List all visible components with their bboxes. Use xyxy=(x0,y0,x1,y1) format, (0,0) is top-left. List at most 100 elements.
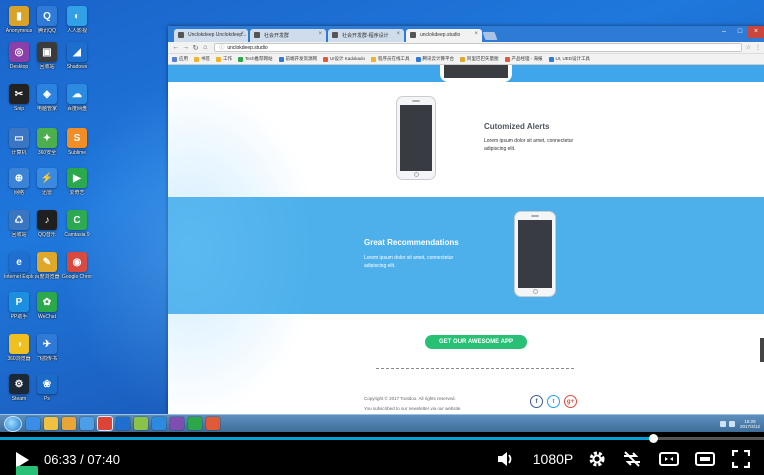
desktop-shortcut[interactable]: e Internet Explorer xyxy=(4,252,34,280)
app-icon: ◢ xyxy=(67,42,87,62)
desktop-shortcut[interactable]: ❀ Ps xyxy=(32,374,62,402)
shortcut-label: 飞鸽传书 xyxy=(36,356,57,362)
progress-bar[interactable] xyxy=(0,434,764,443)
current-time: 06:33 xyxy=(44,452,77,467)
taskbar-clock[interactable]: 15:29 2017/4/12 xyxy=(740,419,760,429)
bookmark-item[interactable]: 阿里巴巴矢量图 xyxy=(460,56,499,62)
picture-in-picture-icon[interactable] xyxy=(658,449,680,469)
forward-arrow-icon[interactable]: → xyxy=(181,44,191,51)
desktop-shortcut[interactable]: ⚡ 迅雷 xyxy=(32,168,62,196)
desktop-shortcut[interactable]: ◉ Google Chrome xyxy=(62,252,92,280)
settings-gear-icon[interactable] xyxy=(586,449,608,469)
taskbar-app-icon[interactable] xyxy=(80,417,94,430)
desktop-shortcut[interactable]: ◐ 人人影视 xyxy=(62,6,92,34)
browser-tab[interactable]: Unclokdeep Unclokdeep... × xyxy=(174,29,248,42)
close-tab-icon[interactable]: × xyxy=(318,31,322,37)
taskbar-app-icon[interactable] xyxy=(134,417,148,430)
close-tab-icon[interactable]: × xyxy=(240,31,244,37)
phone-mockup-image xyxy=(396,96,436,180)
bookmark-star-icon[interactable]: ☆ xyxy=(746,44,751,51)
app-icon: ⚙ xyxy=(9,374,29,394)
close-window-icon[interactable]: × xyxy=(748,26,764,38)
desktop-shortcut[interactable]: C Camtasia 9 xyxy=(62,210,92,238)
back-arrow-icon[interactable]: ← xyxy=(171,44,181,51)
fullscreen-icon[interactable] xyxy=(730,449,752,469)
minimize-icon[interactable]: – xyxy=(716,26,732,38)
browser-tab-active[interactable]: unclokdeep.studio × xyxy=(406,29,482,42)
desktop-shortcut[interactable]: ✿ WeChat xyxy=(32,292,62,320)
get-app-button[interactable]: GET OUR AWESOME APP xyxy=(425,335,527,349)
bookmark-item[interactable]: Tech推荐网站 xyxy=(238,56,273,62)
desktop-shortcut[interactable]: ◑ 360浏览器 xyxy=(4,334,34,362)
close-tab-icon[interactable]: × xyxy=(396,31,400,37)
desktop-shortcut[interactable]: P PP助手 xyxy=(4,292,34,320)
desktop-shortcut[interactable]: ▣ 回收站 xyxy=(32,42,62,70)
browser-tab[interactable]: 社会开发群 × xyxy=(250,29,326,42)
desktop-shortcut[interactable]: ◎ Desktop xyxy=(4,42,34,70)
desktop-shortcut[interactable]: ⚙ Steam xyxy=(4,374,34,402)
taskbar-app-icon[interactable] xyxy=(44,417,58,430)
desktop-shortcut[interactable]: ☁ 百度网盘 xyxy=(62,84,92,112)
app-icon: ◐ xyxy=(67,6,87,26)
desktop-shortcut[interactable]: ✂ Snip xyxy=(4,84,34,112)
taskbar-app-icon[interactable] xyxy=(97,416,113,431)
app-icon: ◎ xyxy=(9,42,29,62)
bookmark-favicon-icon xyxy=(460,56,466,62)
social-icon[interactable]: t xyxy=(547,395,560,408)
bookmark-item[interactable]: 腾讯云计算平台 xyxy=(415,56,454,62)
desktop-shortcut[interactable]: ⊕ 网络 xyxy=(4,168,34,196)
desktop-shortcut[interactable]: ✦ 360安全 xyxy=(32,128,62,156)
shortcut-label: Internet Explorer xyxy=(4,274,34,280)
social-icon[interactable]: g+ xyxy=(564,395,577,408)
bookmark-item[interactable]: 程序员在线工具 xyxy=(371,56,410,62)
social-icon[interactable]: f xyxy=(530,395,543,408)
desktop-shortcut[interactable]: ✎ 百度浏览器 xyxy=(32,252,62,280)
page-info-icon[interactable]: ⓘ xyxy=(219,44,224,51)
desktop-shortcut[interactable]: ♪ QQ音乐 xyxy=(32,210,62,238)
browser-tab[interactable]: 社会开发群-程序设计 × xyxy=(328,29,404,42)
tray-volume-icon[interactable] xyxy=(728,420,735,427)
feature-description: Lorem ipsum dolor sit amet, connectetur … xyxy=(364,255,454,269)
bookmark-item[interactable]: 前端开发资源网 xyxy=(278,56,317,62)
volume-icon[interactable] xyxy=(496,449,516,469)
bookmark-item[interactable]: UI设计 Kadokado xyxy=(323,56,365,62)
app-icon: e xyxy=(9,252,29,272)
taskbar-app-icon[interactable] xyxy=(170,417,184,430)
desktop-shortcut[interactable]: ▭ 计算机 xyxy=(4,128,34,156)
bookmark-favicon-icon xyxy=(194,56,199,62)
tray-network-icon[interactable] xyxy=(719,420,726,427)
quality-selector[interactable]: 1080P xyxy=(530,449,576,469)
desktop-shortcut[interactable]: ♺ 回收站 xyxy=(4,210,34,238)
bookmark-item[interactable]: UI, UED设计工具 xyxy=(548,56,590,62)
address-bar[interactable]: ⓘ unclokdeep.studio xyxy=(214,43,742,52)
desktop-shortcut[interactable]: S Sublime xyxy=(62,128,92,156)
bookmark-item[interactable]: 应用 xyxy=(172,56,188,62)
taskbar-app-icon[interactable] xyxy=(152,417,166,430)
taskbar-app-icon[interactable] xyxy=(188,417,202,430)
start-button[interactable] xyxy=(4,415,22,432)
menu-icon[interactable]: ⋮ xyxy=(755,44,761,51)
bookmark-item[interactable]: 产品经理 - 海报 xyxy=(504,56,543,62)
desktop-shortcut[interactable]: ▶ 爱奇艺 xyxy=(62,168,92,196)
widescreen-icon[interactable] xyxy=(694,449,716,469)
loop-off-icon[interactable] xyxy=(620,449,644,469)
taskbar-app-icon[interactable] xyxy=(26,417,40,430)
desktop-shortcut[interactable]: ✈ 飞鸽传书 xyxy=(32,334,62,362)
desktop-shortcut[interactable]: ◢ Shadows xyxy=(62,42,92,70)
side-panel-handle[interactable] xyxy=(760,338,764,362)
taskbar-app-icon[interactable] xyxy=(206,417,220,430)
desktop-shortcut[interactable]: ◈ 电脑管家 xyxy=(32,84,62,112)
progress-knob[interactable] xyxy=(649,434,659,443)
new-tab-button[interactable] xyxy=(482,32,498,40)
taskbar-app-icon[interactable] xyxy=(116,417,130,430)
maximize-icon[interactable]: □ xyxy=(732,26,748,38)
shortcut-label: 回收站 xyxy=(39,64,55,70)
home-icon[interactable]: ⌂ xyxy=(200,44,210,51)
taskbar-app-icon[interactable] xyxy=(62,417,76,430)
bookmark-item[interactable]: 工作 xyxy=(216,56,232,62)
reload-icon[interactable]: ↻ xyxy=(191,44,201,52)
bookmark-item[interactable]: 书签 xyxy=(194,56,210,62)
close-tab-icon[interactable]: × xyxy=(474,31,478,37)
desktop-shortcut[interactable]: Q 腾讯QQ xyxy=(32,6,62,34)
desktop-shortcut[interactable]: ▮ Anonymous xyxy=(4,6,34,34)
